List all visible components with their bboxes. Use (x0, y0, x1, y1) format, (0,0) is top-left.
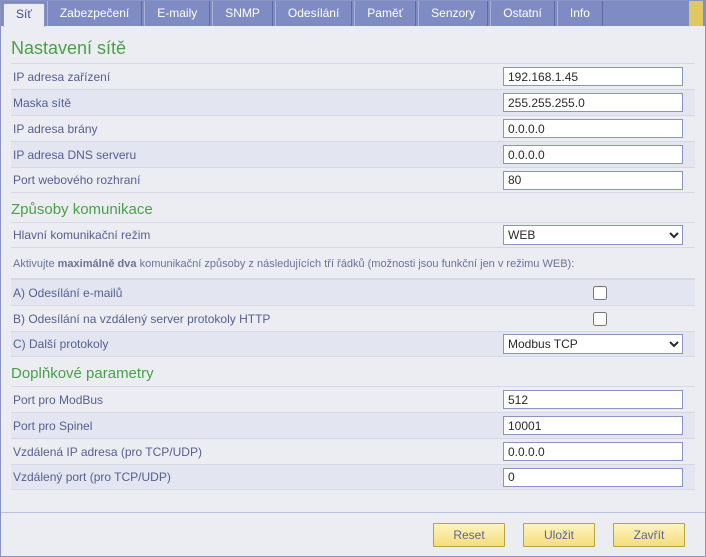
label-remote-ip: Vzdálená IP adresa (pro TCP/UDP) (11, 445, 503, 459)
section-title-network: Nastavení sítě (11, 38, 695, 59)
input-dns-ip[interactable] (503, 145, 683, 164)
comm-hint-text: Aktivujte maximálně dva komunikační způs… (11, 248, 695, 279)
tab-security[interactable]: Zabezpečení (47, 1, 142, 26)
tab-memory[interactable]: Paměť (354, 1, 416, 26)
select-main-comm-mode[interactable]: WEB (503, 225, 683, 245)
tab-emails[interactable]: E-maily (144, 1, 210, 26)
tab-network[interactable]: Síť (3, 3, 45, 27)
input-device-ip[interactable] (503, 67, 683, 86)
input-remote-ip[interactable] (503, 442, 683, 461)
close-button[interactable]: Zavřít (613, 523, 685, 547)
label-gateway-ip: IP adresa brány (11, 122, 503, 136)
label-opt-a-emails: A) Odesílání e-mailů (11, 286, 503, 300)
save-button[interactable]: Uložit (523, 523, 595, 547)
reset-button[interactable]: Reset (433, 523, 505, 547)
label-main-comm-mode: Hlavní komunikační režim (11, 228, 503, 242)
footer-button-bar: Reset Uložit Zavřít (1, 512, 705, 556)
input-netmask[interactable] (503, 93, 683, 112)
checkbox-opt-b-http[interactable] (593, 312, 607, 326)
input-remote-port[interactable] (503, 468, 683, 487)
tab-sensors[interactable]: Senzory (418, 1, 488, 26)
input-web-port[interactable] (503, 171, 683, 190)
label-opt-b-http: B) Odesílání na vzdálený server protokol… (11, 312, 503, 326)
tab-snmp[interactable]: SNMP (212, 1, 273, 26)
label-spinel-port: Port pro Spinel (11, 419, 503, 433)
section-title-communication: Způsoby komunikace (11, 201, 695, 218)
select-opt-c-protocol[interactable]: Modbus TCP (503, 334, 683, 354)
input-spinel-port[interactable] (503, 416, 683, 435)
input-modbus-port[interactable] (503, 390, 683, 409)
tab-other[interactable]: Ostatní (490, 1, 555, 26)
settings-window: Síť Zabezpečení E-maily SNMP Odesílání P… (0, 0, 706, 557)
tab-info[interactable]: Info (557, 1, 603, 26)
label-dns-ip: IP adresa DNS serveru (11, 148, 503, 162)
label-device-ip: IP adresa zařízení (11, 70, 503, 84)
label-modbus-port: Port pro ModBus (11, 393, 503, 407)
label-netmask: Maska sítě (11, 96, 503, 110)
label-opt-c-other: C) Další protokoly (11, 337, 503, 351)
label-web-port: Port webového rozhraní (11, 173, 503, 187)
input-gateway-ip[interactable] (503, 119, 683, 138)
checkbox-opt-a-emails[interactable] (593, 286, 607, 300)
tab-content: Nastavení sítě IP adresa zařízení Maska … (1, 26, 705, 512)
tabbar-decor (689, 1, 703, 26)
tab-sending[interactable]: Odesílání (275, 1, 352, 26)
section-title-extra: Doplňkové parametry (11, 365, 695, 382)
tab-bar: Síť Zabezpečení E-maily SNMP Odesílání P… (1, 1, 705, 26)
label-remote-port: Vzdálený port (pro TCP/UDP) (11, 470, 503, 484)
